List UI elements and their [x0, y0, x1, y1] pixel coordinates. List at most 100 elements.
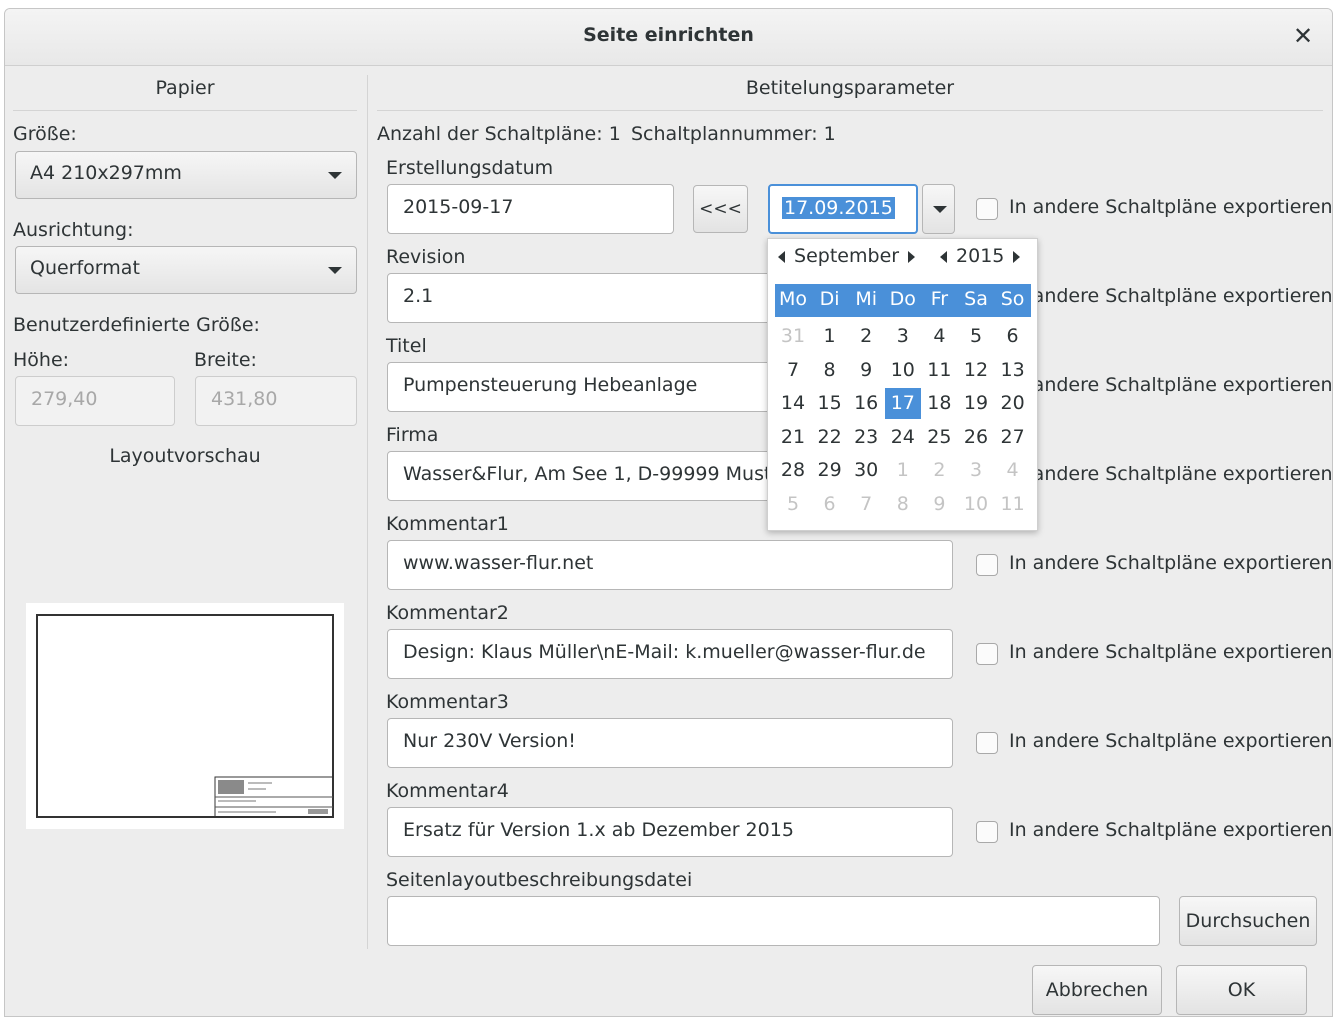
calendar-day[interactable]: 8 [812, 355, 848, 386]
comment2-export-checkbox[interactable] [976, 643, 998, 665]
next-month-icon[interactable] [908, 250, 916, 263]
orientation-label: Ausrichtung: [13, 219, 134, 241]
comment2-export-label: In andere Schaltpläne exportieren [1009, 641, 1333, 663]
close-icon[interactable]: ✕ [1290, 21, 1316, 51]
calendar-day[interactable]: 1 [812, 321, 848, 352]
calendar-day[interactable]: 28 [775, 455, 811, 486]
comment4-label: Kommentar4 [386, 780, 509, 802]
comment2-input[interactable]: Design: Klaus Müller\nE-Mail: k.mueller@… [387, 629, 953, 679]
calendar-popup: September 2015 Mo Di Mi Do Fr Sa So 31 1 2 3 4 5 6 7 8… [767, 238, 1038, 531]
calendar-day[interactable]: 13 [995, 355, 1031, 386]
calendar-day[interactable]: 3 [958, 455, 994, 486]
calendar-day[interactable]: 11 [921, 355, 957, 386]
paper-size-combo[interactable]: A4 210x297mm [15, 151, 357, 199]
custom-size-label: Benutzerdefinierte Größe: [13, 314, 260, 336]
calendar-day[interactable]: 15 [812, 388, 848, 419]
calendar-day[interactable]: 31 [775, 321, 811, 352]
calendar-year: 2015 [956, 245, 1005, 267]
month-selector: September [778, 245, 916, 273]
calendar-day[interactable]: 16 [848, 388, 884, 419]
calendar-day[interactable]: 20 [995, 388, 1031, 419]
paper-header-divider [13, 110, 357, 111]
calendar-day[interactable]: 29 [812, 455, 848, 486]
calendar-day[interactable]: 8 [885, 489, 921, 520]
calendar-day[interactable]: 7 [848, 489, 884, 520]
calendar-month: September [794, 245, 900, 267]
width-label: Breite: [194, 349, 257, 371]
width-input[interactable]: 431,80 [195, 376, 357, 426]
calendar-day[interactable]: 7 [775, 355, 811, 386]
layout-preview [26, 603, 344, 829]
calendar-day[interactable]: 14 [775, 388, 811, 419]
calendar-day[interactable]: 5 [958, 321, 994, 352]
orientation-value: Querformat [30, 257, 140, 279]
layout-file-input[interactable] [387, 896, 1160, 946]
comment3-input[interactable]: Nur 230V Version! [387, 718, 953, 768]
calendar-day[interactable]: 4 [921, 321, 957, 352]
browse-button[interactable]: Durchsuchen [1179, 896, 1317, 946]
comment1-input[interactable]: www.wasser-flur.net [387, 540, 953, 590]
date-picker-input[interactable]: 17.09.2015 [768, 184, 918, 234]
calendar-day[interactable]: 11 [995, 489, 1031, 520]
calendar-day[interactable]: 25 [921, 422, 957, 453]
calendar-day[interactable]: 9 [848, 355, 884, 386]
calendar-day[interactable]: 26 [958, 422, 994, 453]
date-input[interactable]: 2015-09-17 [387, 184, 674, 234]
chevron-down-icon [933, 206, 947, 213]
calendar-day[interactable]: 1 [885, 455, 921, 486]
paper-size-value: A4 210x297mm [30, 162, 182, 184]
sheet-count: Anzahl der Schaltpläne: 1 [377, 123, 621, 145]
calendar-day[interactable]: 30 [848, 455, 884, 486]
calendar-day[interactable]: 10 [958, 489, 994, 520]
height-input[interactable]: 279,40 [15, 376, 175, 426]
calendar-day[interactable]: 17 [884, 388, 921, 419]
calendar-day[interactable]: 3 [885, 321, 921, 352]
calendar-day[interactable]: 18 [921, 388, 957, 419]
calendar-day[interactable]: 24 [885, 422, 921, 453]
calendar-day[interactable]: 2 [921, 455, 957, 486]
prev-year-icon[interactable] [940, 250, 947, 263]
orientation-combo[interactable]: Querformat [15, 246, 357, 294]
calendar-day[interactable]: 6 [995, 321, 1031, 352]
ok-button[interactable]: OK [1176, 965, 1307, 1015]
calendar-day[interactable]: 6 [812, 489, 848, 520]
calendar-day[interactable]: 21 [775, 422, 811, 453]
comment4-export-checkbox[interactable] [976, 821, 998, 843]
title-export-label: In andere Schaltpläne exportieren [1009, 374, 1333, 396]
calendar-day[interactable]: 12 [958, 355, 994, 386]
calendar-day[interactable]: 10 [885, 355, 921, 386]
title-bar: Seite einrichten ✕ [5, 9, 1332, 66]
weekday-label: Sa [964, 288, 988, 310]
copy-date-button[interactable]: <<< [693, 185, 748, 233]
comment1-export-label: In andere Schaltpläne exportieren [1009, 552, 1333, 574]
revision-export-label: In andere Schaltpläne exportieren [1009, 285, 1333, 307]
date-export-checkbox[interactable] [976, 198, 998, 220]
calendar-day[interactable]: 5 [775, 489, 811, 520]
panel-divider [367, 75, 368, 949]
weekday-label: Mi [855, 288, 878, 310]
calendar-day[interactable]: 27 [995, 422, 1031, 453]
calendar-day[interactable]: 4 [995, 455, 1031, 486]
calendar-day[interactable]: 22 [812, 422, 848, 453]
year-selector: 2015 [940, 245, 1021, 273]
comment3-export-label: In andere Schaltpläne exportieren [1009, 730, 1333, 752]
paper-size-label: Größe: [13, 123, 77, 145]
comment3-label: Kommentar3 [386, 691, 509, 713]
calendar-day[interactable]: 23 [848, 422, 884, 453]
chevron-down-icon [328, 267, 342, 274]
layout-file-label: Seitenlayoutbeschreibungsdatei [386, 869, 693, 891]
cancel-button[interactable]: Abbrechen [1032, 965, 1162, 1015]
weekday-header: Mo Di Mi Do Fr Sa So [775, 284, 1031, 317]
calendar-day[interactable]: 9 [921, 489, 957, 520]
next-year-icon[interactable] [1013, 250, 1021, 263]
chevron-down-icon [328, 172, 342, 179]
calendar-day[interactable]: 19 [958, 388, 994, 419]
date-picker-toggle[interactable] [922, 184, 955, 234]
comment4-export-label: In andere Schaltpläne exportieren [1009, 819, 1333, 841]
comment1-export-checkbox[interactable] [976, 554, 998, 576]
comment4-input[interactable]: Ersatz für Version 1.x ab Dezember 2015 [387, 807, 953, 857]
calendar-day[interactable]: 2 [848, 321, 884, 352]
weekday-label: Mo [778, 288, 808, 310]
comment3-export-checkbox[interactable] [976, 732, 998, 754]
prev-month-icon[interactable] [778, 250, 785, 263]
